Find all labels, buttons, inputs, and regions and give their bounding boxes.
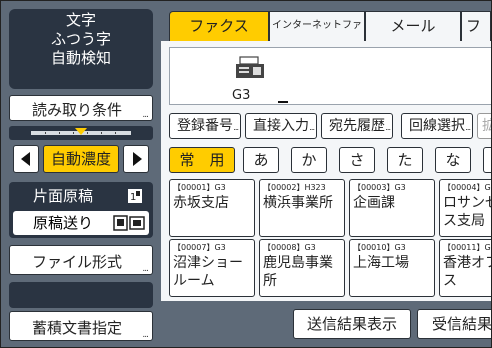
store-file-label: 蓄積文書指定	[32, 319, 123, 337]
store-file-button[interactable]: 蓄積文書指定 ...	[9, 311, 153, 341]
destination-history-button[interactable]: 宛先履歴 ...	[321, 113, 393, 139]
status-line-3: 自動検知	[50, 49, 111, 67]
address-id: 【00010】G3	[353, 243, 406, 252]
line-type-label: G3	[232, 88, 251, 103]
address-entry[interactable]: 【00003】G3 企画課	[349, 179, 435, 237]
extended-button[interactable]: 拡	[477, 113, 491, 139]
address-entry[interactable]: 【00004】G3 ロサンゼルス支局	[439, 179, 492, 237]
file-type-label: ファイル形式	[32, 253, 123, 271]
original-type-label: 片面原稿	[33, 187, 94, 205]
address-name: 上海工場	[353, 255, 409, 271]
more-dots-icon: ...	[142, 330, 149, 340]
registration-number-label: 登録番号	[177, 118, 233, 134]
address-entry[interactable]: 【00010】G3 上海工場	[349, 239, 435, 297]
address-entry[interactable]: 【00002】H323 横浜事業所	[259, 179, 345, 237]
transmission-result-button[interactable]: 送信結果表示	[293, 309, 411, 339]
density-indicator-icon	[75, 128, 87, 135]
density-lighter-button[interactable]	[13, 145, 39, 173]
status-line-1: 文字	[65, 11, 96, 29]
address-id: 【00011】G3	[443, 243, 492, 252]
more-dots-icon: ...	[142, 264, 149, 274]
tab-kana-ka[interactable]: か	[291, 147, 327, 173]
auto-density-button[interactable]: 自動濃度	[43, 145, 119, 173]
tab-frequent[interactable]: 常 用	[169, 147, 235, 173]
text-cursor	[278, 101, 288, 103]
density-level-bar	[9, 126, 153, 140]
file-type-button[interactable]: ファイル形式 ...	[9, 245, 153, 275]
address-name: 香港オフィス	[443, 255, 491, 289]
address-name: 鹿児島事業所	[263, 255, 333, 289]
more-dots-icon: ...	[233, 123, 239, 132]
more-dots-icon: ...	[465, 123, 471, 132]
address-id: 【00002】H323	[263, 183, 326, 192]
tab-kana-ta[interactable]: た	[387, 147, 423, 173]
original-type-item[interactable]: 片面原稿 1	[13, 184, 149, 208]
address-name: 赤坂支店	[173, 195, 229, 211]
address-name: ロサンゼルス支局	[443, 195, 491, 229]
original-feed-button[interactable]: 原稿送り	[13, 211, 149, 235]
more-dots-icon: ...	[142, 110, 149, 120]
tab-kana-a[interactable]: あ	[243, 147, 279, 173]
address-id: 【00001】G3	[173, 183, 226, 192]
address-name: 企画課	[353, 195, 395, 211]
tab-fax[interactable]: ファクス	[169, 11, 269, 41]
one-sided-original-icon: 1	[128, 189, 142, 203]
triangle-right-icon	[133, 152, 142, 166]
address-id: 【00007】G3	[173, 243, 226, 252]
address-entry[interactable]: 【00001】G3 赤坂支店	[169, 179, 255, 237]
address-entry[interactable]: 【00008】G3 鹿児島事業所	[259, 239, 345, 297]
address-entry[interactable]: 【00007】G3 沼津ショールーム	[169, 239, 255, 297]
extended-label: 拡	[482, 118, 491, 134]
line-selection-button[interactable]: 回線選択 ...	[401, 113, 473, 139]
tab-email[interactable]: メール	[365, 11, 461, 41]
line-selection-label: 回線選択	[409, 118, 465, 134]
more-dots-icon: ...	[309, 123, 315, 132]
tab-internet-fax[interactable]: インターネットファクス	[269, 11, 365, 59]
original-settings-group: 片面原稿 1 原稿送り	[9, 182, 153, 238]
tab-kana-na[interactable]: な	[435, 147, 471, 173]
scan-status-display: 文字 ふつう字 自動検知	[9, 9, 153, 89]
scan-settings-label: 読み取り条件	[32, 101, 123, 119]
address-entry[interactable]: 【00011】G3 香港オフィス	[439, 239, 492, 297]
address-id: 【00008】G3	[263, 243, 316, 252]
reception-result-button[interactable]: 受信結果	[417, 309, 491, 339]
triangle-left-icon	[21, 152, 30, 166]
address-name: 横浜事業所	[263, 195, 333, 211]
address-id: 【00004】G3	[443, 183, 492, 192]
tab-kana-sa[interactable]: さ	[339, 147, 375, 173]
destination-history-label: 宛先履歴	[329, 118, 385, 134]
original-feed-icon	[113, 215, 145, 231]
address-id: 【00003】G3	[353, 183, 406, 192]
scan-settings-button[interactable]: 読み取り条件 ...	[9, 95, 153, 121]
more-dots-icon: ...	[385, 123, 391, 132]
density-darker-button[interactable]	[123, 145, 149, 173]
fax-machine-icon	[236, 56, 264, 78]
manual-input-label: 直接入力	[253, 118, 309, 134]
registration-number-button[interactable]: 登録番号 ...	[169, 113, 241, 139]
status-line-2: ふつう字	[50, 30, 111, 48]
address-name: 沼津ショールーム	[173, 255, 243, 289]
destination-field[interactable]: G3	[169, 47, 491, 105]
original-feed-label: 原稿送り	[33, 214, 94, 232]
empty-slot	[9, 282, 153, 308]
tab-folder[interactable]: フ	[461, 11, 491, 41]
fax-screen: 文字 ふつう字 自動検知 読み取り条件 ... 自動濃度 片面原稿 1 原稿送り…	[0, 0, 492, 348]
left-panel: 文字 ふつう字 自動検知 読み取り条件 ... 自動濃度 片面原稿 1 原稿送り…	[1, 1, 161, 347]
tab-kana-ha[interactable]: は	[483, 147, 491, 173]
svg-text:1: 1	[130, 192, 136, 203]
manual-input-button[interactable]: 直接入力 ...	[245, 113, 317, 139]
